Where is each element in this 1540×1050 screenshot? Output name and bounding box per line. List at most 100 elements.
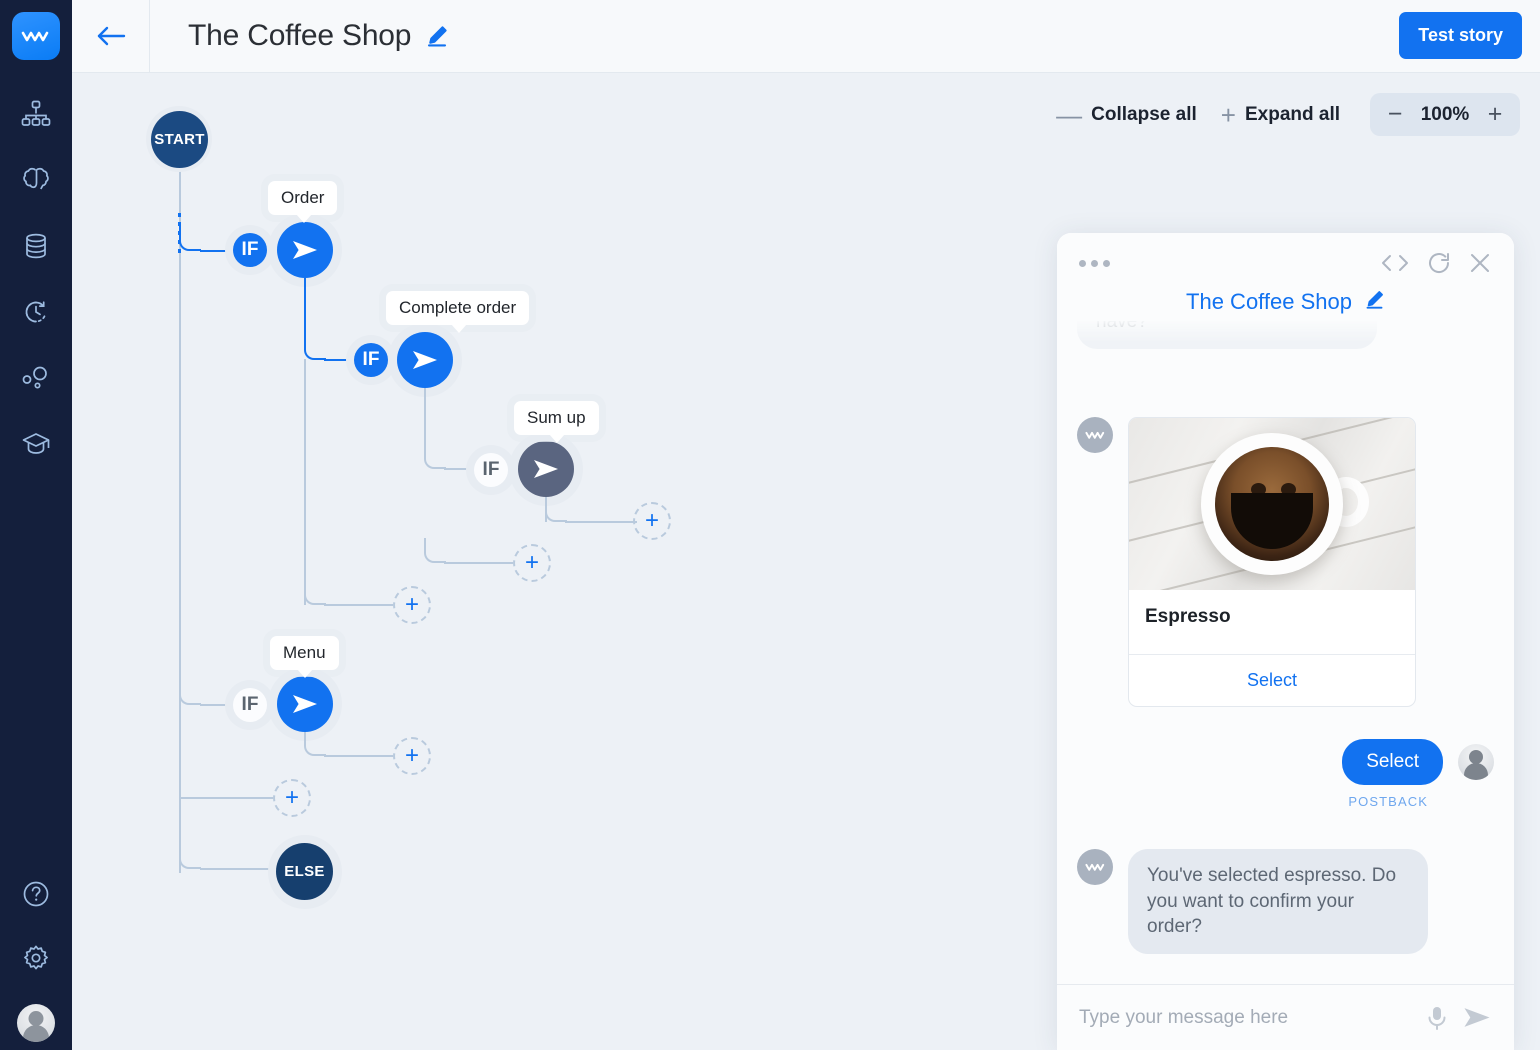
avatar-head bbox=[28, 1010, 44, 1026]
connector-to-else bbox=[200, 868, 278, 870]
sidebar-item-history[interactable] bbox=[18, 294, 54, 330]
flow-label-complete-order: Complete order bbox=[386, 291, 530, 333]
expand-all-button[interactable]: + Expand all bbox=[1209, 96, 1352, 134]
chat-title-group: The Coffee Shop bbox=[1079, 289, 1492, 315]
connector-corner-add-sumup bbox=[545, 498, 567, 522]
plus-icon: + bbox=[1220, 99, 1236, 130]
connector-corner-complete bbox=[304, 333, 326, 360]
bot-logo-icon bbox=[1084, 863, 1104, 871]
zoom-in-button[interactable]: + bbox=[1480, 102, 1510, 127]
pencil-icon[interactable] bbox=[1364, 289, 1385, 315]
flow-node-sum-up[interactable] bbox=[518, 441, 574, 497]
flow-node-complete-order[interactable] bbox=[397, 332, 453, 388]
connector-order-long bbox=[304, 359, 306, 605]
flow-node-start[interactable]: START bbox=[151, 111, 208, 168]
avatar-body bbox=[23, 1025, 49, 1042]
card-title: Espresso bbox=[1145, 606, 1231, 627]
sidebar-item-entities[interactable] bbox=[18, 360, 54, 396]
sidebar-item-settings[interactable] bbox=[18, 940, 54, 976]
bot-message-bubble: You've selected espresso. Do you want to… bbox=[1128, 849, 1428, 954]
send-icon bbox=[534, 460, 558, 478]
chat-input-bar bbox=[1057, 984, 1514, 1050]
flow-if-complete-order[interactable]: IF bbox=[354, 343, 388, 377]
flow-if-sum-up[interactable]: IF bbox=[474, 453, 508, 487]
send-icon[interactable] bbox=[1462, 1006, 1492, 1029]
connector-corner-add-menu bbox=[304, 732, 326, 756]
add-node-after-menu[interactable]: + bbox=[393, 737, 431, 775]
chat-title: The Coffee Shop bbox=[1186, 289, 1352, 314]
send-icon bbox=[413, 351, 437, 369]
close-icon[interactable] bbox=[1468, 251, 1492, 275]
flow-if-menu[interactable]: IF bbox=[233, 688, 267, 722]
chat-header: The Coffee Shop bbox=[1057, 233, 1514, 321]
sidebar-item-data[interactable] bbox=[18, 228, 54, 264]
message-row-bot: You've selected espresso. Do you want to… bbox=[1077, 849, 1494, 954]
microphone-icon[interactable] bbox=[1426, 1005, 1448, 1031]
connector-to-add-order bbox=[324, 604, 393, 606]
connector-corner-add-order bbox=[304, 580, 326, 605]
connector-corner-else bbox=[179, 841, 201, 869]
pencil-icon[interactable] bbox=[425, 24, 449, 48]
sidebar-item-flows[interactable] bbox=[18, 96, 54, 132]
connector-to-add-spine bbox=[180, 797, 273, 799]
connector-to-add-complete bbox=[444, 562, 513, 564]
sidebar-item-help[interactable] bbox=[18, 876, 54, 912]
refresh-icon[interactable] bbox=[1427, 251, 1451, 275]
zoom-out-button[interactable]: − bbox=[1380, 102, 1410, 127]
canvas-toolbar: — Collapse all + Expand all − 100% + bbox=[1044, 93, 1520, 136]
chat-input[interactable] bbox=[1079, 1006, 1412, 1029]
connector-corner-add-complete bbox=[424, 538, 446, 563]
flow-node-order[interactable] bbox=[277, 222, 333, 278]
left-sidebar bbox=[0, 0, 72, 1050]
message-row-card: Espresso Select bbox=[1077, 417, 1494, 707]
page-title: The Coffee Shop bbox=[188, 19, 412, 52]
flow-node-else[interactable]: ELSE bbox=[276, 843, 333, 900]
back-button[interactable] bbox=[72, 0, 150, 73]
app-root: The Coffee Shop Test story — Collapse al… bbox=[0, 0, 1540, 1050]
connector-to-add-menu bbox=[324, 755, 393, 757]
add-node-after-order[interactable]: + bbox=[393, 586, 431, 624]
add-node-after-sum-up[interactable]: + bbox=[633, 502, 671, 540]
connector-spine-lower bbox=[179, 318, 181, 873]
top-bar: The Coffee Shop Test story bbox=[72, 0, 1540, 73]
product-card[interactable]: Espresso Select bbox=[1128, 417, 1416, 707]
sidebar-item-training[interactable] bbox=[18, 426, 54, 462]
chat-preview-widget: The Coffee Shop have? Espresso Select Se… bbox=[1057, 233, 1514, 1050]
flow-graph: IF Order IF Complete order IF Sum up + +… bbox=[72, 73, 1072, 1050]
message-row-user: Select bbox=[1077, 739, 1494, 785]
sidebar-bottom bbox=[0, 876, 72, 1050]
connector-to-add-sumup bbox=[565, 521, 637, 523]
sidebar-nav bbox=[18, 96, 54, 462]
flow-node-menu[interactable] bbox=[277, 676, 333, 732]
card-select-button[interactable]: Select bbox=[1129, 655, 1415, 706]
postback-label: POSTBACK bbox=[1348, 794, 1428, 809]
flow-label-menu: Menu bbox=[270, 636, 339, 678]
connector-to-if-order bbox=[200, 250, 228, 252]
zoom-level-value: 100% bbox=[1420, 103, 1470, 125]
add-node-root[interactable]: + bbox=[273, 779, 311, 817]
bubble-scrolled: have? bbox=[1077, 321, 1377, 349]
code-icon[interactable] bbox=[1380, 253, 1410, 273]
send-icon bbox=[293, 695, 317, 713]
collapse-all-label: Collapse all bbox=[1091, 103, 1197, 125]
add-node-after-complete-order[interactable]: + bbox=[513, 544, 551, 582]
coffee-cup bbox=[1201, 433, 1369, 575]
expand-all-label: Expand all bbox=[1244, 103, 1340, 125]
connector-corner-menu bbox=[179, 678, 201, 705]
flow-logo[interactable] bbox=[12, 12, 60, 60]
connector-corner-sumup bbox=[424, 443, 446, 469]
bot-avatar bbox=[1077, 849, 1113, 885]
chat-header-actions bbox=[1380, 251, 1492, 275]
sidebar-item-nlp[interactable] bbox=[18, 162, 54, 198]
flow-if-order[interactable]: IF bbox=[233, 233, 267, 267]
flow-canvas[interactable]: — Collapse all + Expand all − 100% + IF … bbox=[72, 73, 1540, 1050]
connector-to-if-menu bbox=[200, 704, 228, 706]
chat-messages[interactable]: have? Espresso Select Select POSTBACK Yo… bbox=[1057, 321, 1514, 984]
card-body: Espresso bbox=[1129, 590, 1415, 655]
test-story-button[interactable]: Test story bbox=[1399, 12, 1522, 59]
espresso-cup-photo bbox=[1129, 418, 1415, 590]
user-message-bubble[interactable]: Select bbox=[1342, 739, 1443, 785]
more-icon[interactable] bbox=[1079, 259, 1110, 267]
flow-label-order: Order bbox=[268, 181, 338, 223]
avatar[interactable] bbox=[17, 1004, 55, 1042]
